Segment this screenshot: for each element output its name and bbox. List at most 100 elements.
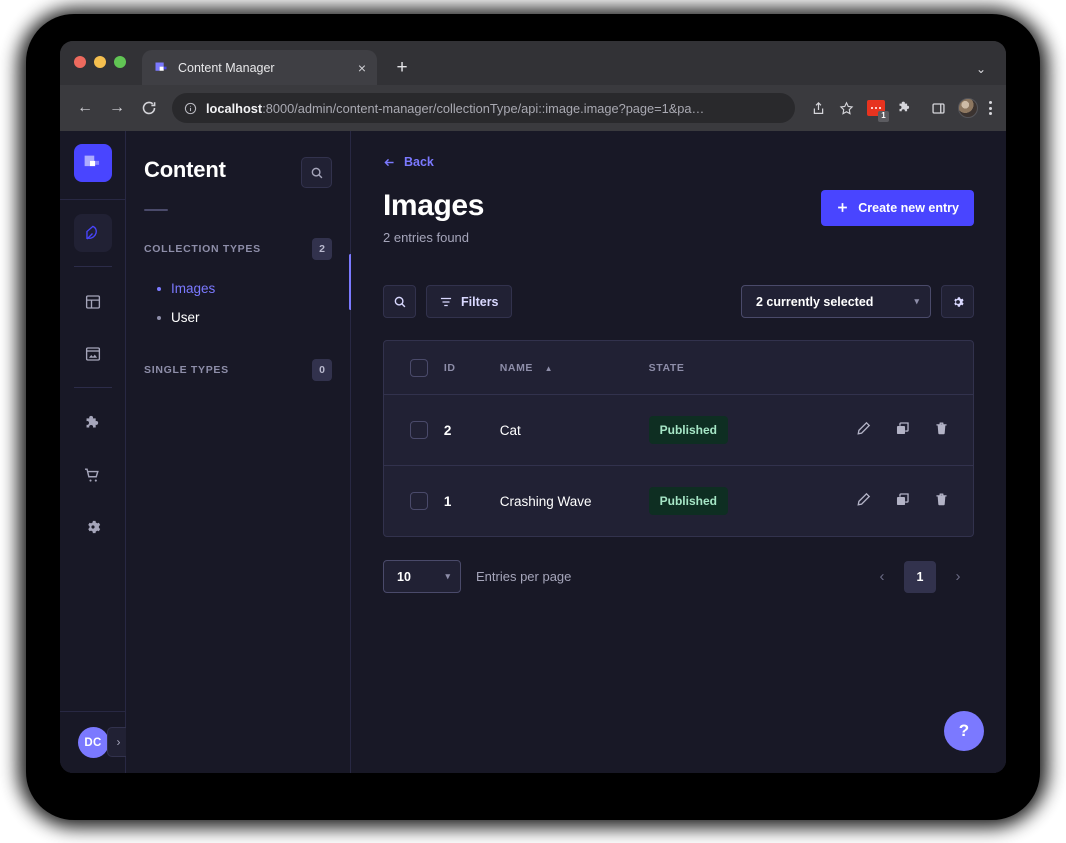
browser-tab-title: Content Manager — [178, 60, 275, 75]
previous-page-button[interactable]: ‹ — [866, 561, 898, 593]
cell-name: Crashing Wave — [499, 493, 592, 509]
sidebar-item-media-library[interactable] — [74, 335, 112, 373]
row-select-cell — [384, 394, 444, 466]
single-types-section-header: SINGLE TYPES 0 — [144, 359, 332, 381]
browser-tab[interactable]: Content Manager × — [142, 50, 377, 85]
sidebar-item-settings[interactable] — [74, 508, 112, 546]
info-circle-icon[interactable] — [184, 102, 197, 115]
duplicate-icon[interactable] — [895, 492, 910, 507]
page-title: Images — [383, 188, 484, 222]
url-path: :8000/admin/content-manager/collectionTy… — [262, 100, 705, 116]
filters-label: Filters — [461, 294, 499, 309]
arrow-left-icon — [384, 158, 394, 166]
column-header-actions — [856, 341, 973, 395]
main-nav-rail: DC › — [60, 131, 130, 773]
filters-button[interactable]: Filters — [426, 285, 512, 318]
row-checkbox[interactable] — [410, 492, 428, 510]
cell-name: Cat — [499, 394, 649, 466]
single-types-count: 0 — [312, 359, 332, 381]
sidebar-item-content-type-builder[interactable] — [74, 283, 112, 321]
table-header-row: ID NAME ▲ STATE — [384, 341, 973, 395]
star-icon[interactable] — [833, 95, 859, 121]
user-avatar[interactable]: DC — [77, 727, 109, 758]
sidebar-title: Content — [144, 157, 226, 182]
collection-types-label: COLLECTION TYPES — [144, 243, 261, 255]
select-all-checkbox[interactable] — [410, 359, 428, 377]
cell-actions — [856, 466, 973, 537]
select-all-header — [384, 341, 444, 395]
entries-per-page-label: Entries per page — [476, 569, 572, 584]
next-page-button[interactable]: › — [942, 561, 974, 593]
rail-divider — [60, 199, 126, 200]
column-header-state[interactable]: STATE — [648, 341, 856, 395]
delete-icon[interactable] — [934, 492, 949, 507]
extension-badge: 1 — [878, 111, 889, 122]
extension-icon[interactable]: 1 — [867, 100, 889, 122]
forward-button[interactable]: → — [102, 93, 132, 123]
new-tab-button[interactable]: + — [391, 56, 413, 78]
main-content: Back Images 2 entries found Create new e… — [351, 131, 1006, 773]
bulk-selection-select[interactable]: 2 currently selected ▾ — [741, 285, 931, 318]
sidebar-item-marketplace[interactable] — [74, 456, 112, 494]
duplicate-icon[interactable] — [895, 421, 910, 436]
reload-button[interactable] — [134, 93, 164, 123]
single-types-label: SINGLE TYPES — [144, 364, 229, 376]
address-bar[interactable]: localhost:8000/admin/content-manager/col… — [172, 93, 795, 123]
row-action-group — [856, 421, 949, 436]
strapi-logo-icon[interactable] — [73, 144, 112, 182]
chevron-down-icon[interactable]: ⌄ — [976, 62, 986, 76]
edit-icon[interactable] — [856, 492, 871, 507]
edit-icon[interactable] — [856, 421, 871, 436]
minimize-window-button[interactable] — [94, 56, 106, 68]
view-settings-button[interactable] — [941, 285, 974, 318]
status-badge: Published — [648, 487, 728, 515]
close-window-button[interactable] — [74, 56, 86, 68]
entries-per-page-value: 10 — [397, 569, 411, 584]
entries-count: 2 entries found — [383, 230, 470, 245]
filter-icon — [440, 297, 452, 306]
collection-types-list: Images User — [144, 274, 332, 332]
browser-tabstrip: Content Manager × + ⌄ — [60, 41, 1006, 85]
create-new-entry-label: Create new entry — [858, 200, 959, 215]
sidebar-item-user[interactable]: User — [144, 303, 332, 332]
row-checkbox[interactable] — [410, 421, 428, 439]
table-row[interactable]: 1 Crashing Wave Published — [384, 466, 973, 537]
content-types-sidebar: Content COLLECTION TYPES 2 Images User S… — [126, 131, 352, 773]
kebab-menu-icon[interactable] — [985, 101, 996, 115]
entries-per-page-select[interactable]: 10 ▾ — [383, 560, 461, 593]
search-icon[interactable] — [301, 157, 332, 188]
search-button[interactable] — [383, 285, 416, 318]
share-icon[interactable] — [805, 95, 831, 121]
sidebar-item-images[interactable]: Images — [144, 274, 332, 303]
help-button[interactable]: ? — [944, 711, 984, 751]
column-header-name[interactable]: NAME ▲ — [499, 341, 649, 395]
side-panel-icon[interactable] — [925, 95, 951, 121]
screenshot-root: Content Manager × + ⌄ ← → localhost:8000… — [0, 0, 1066, 843]
create-new-entry-button[interactable]: Create new entry — [821, 189, 974, 226]
toolbar-right: 2 currently selected ▾ — [741, 285, 974, 318]
close-tab-button[interactable]: × — [358, 61, 366, 75]
sidebar-item-content-manager[interactable] — [73, 214, 112, 252]
cell-actions — [856, 394, 973, 466]
bullet-icon — [157, 315, 161, 320]
cell-id: 2 — [443, 394, 500, 466]
table-row[interactable]: 2 Cat Published — [384, 394, 973, 466]
cell-state: Published — [648, 394, 856, 466]
back-button[interactable]: ← — [70, 93, 100, 123]
row-action-group — [856, 492, 949, 507]
profile-avatar[interactable] — [958, 98, 978, 118]
column-header-id[interactable]: ID — [443, 341, 500, 395]
window-traffic-lights — [74, 41, 126, 85]
delete-icon[interactable] — [934, 421, 949, 436]
sidebar-item-plugins[interactable] — [74, 404, 112, 442]
puzzle-icon[interactable] — [892, 95, 918, 121]
sidebar-item-label: Images — [171, 281, 216, 296]
sidebar-divider — [144, 209, 168, 211]
back-link[interactable]: Back — [383, 155, 434, 169]
list-toolbar: Filters 2 currently selected ▾ — [383, 285, 974, 318]
page-number-1[interactable]: 1 — [904, 560, 936, 593]
maximize-window-button[interactable] — [114, 56, 126, 68]
sidebar-header: Content — [144, 157, 332, 188]
pagination-bar: 10 ▾ Entries per page ‹ 1 › — [383, 560, 974, 593]
cell-id: 1 — [443, 493, 452, 509]
